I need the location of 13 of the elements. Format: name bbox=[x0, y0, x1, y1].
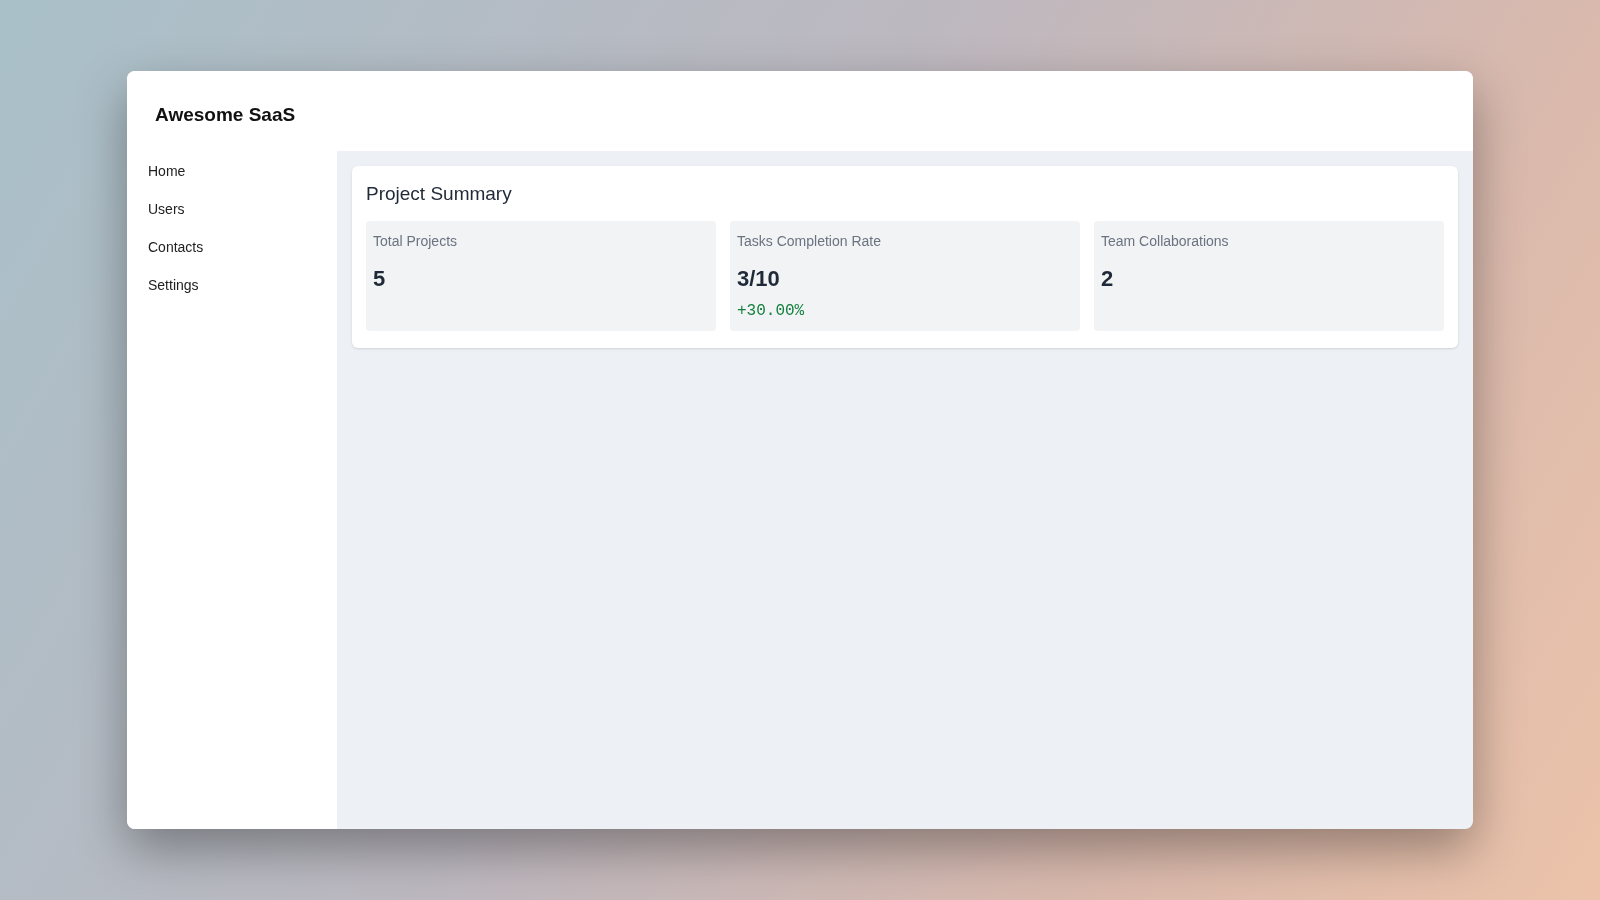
sidebar-item[interactable]: Settings bbox=[148, 275, 199, 296]
stat-value: 3/10 bbox=[737, 264, 781, 293]
card-title: Project Summary bbox=[366, 182, 513, 206]
stat-label: Team Collaborations bbox=[1101, 231, 1230, 251]
brand-title: Awesome SaaS bbox=[154, 103, 297, 127]
stat-change: +30.00% bbox=[737, 300, 806, 322]
stat-value: 2 bbox=[1101, 264, 1115, 293]
stat-value: 5 bbox=[373, 264, 387, 293]
stat-label: Total Projects bbox=[373, 231, 459, 251]
sidebar-item[interactable]: Users bbox=[148, 199, 185, 220]
sidebar-item[interactable]: Contacts bbox=[148, 237, 204, 258]
sidebar-item[interactable]: Home bbox=[148, 161, 186, 182]
stat-label: Tasks Completion Rate bbox=[737, 231, 882, 251]
